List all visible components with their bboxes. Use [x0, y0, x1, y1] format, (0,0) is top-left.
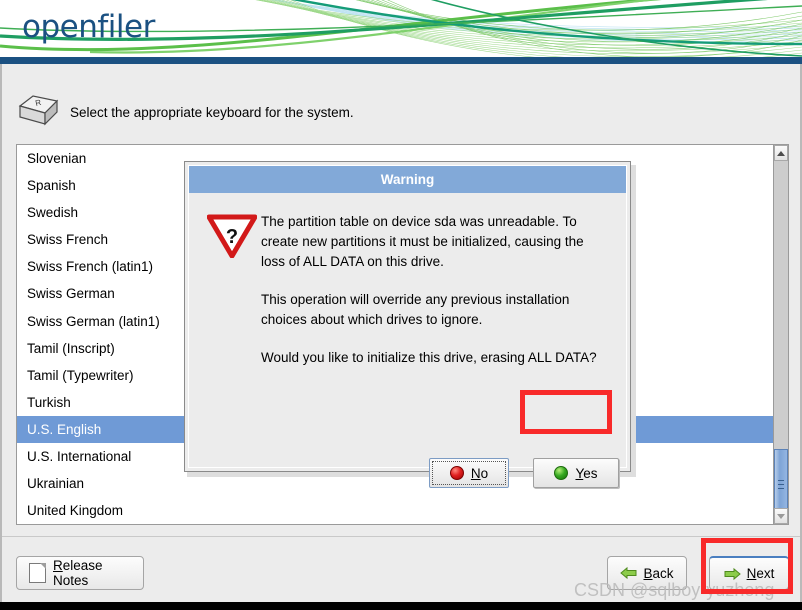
scrollbar-thumb[interactable]	[774, 449, 788, 515]
keyboard-key-icon: R	[16, 93, 60, 131]
arrow-left-icon	[620, 566, 637, 580]
yes-button[interactable]: Yes	[533, 458, 619, 488]
next-label: ext	[756, 566, 775, 581]
release-notes-button[interactable]: Release Notes	[16, 556, 144, 590]
no-button[interactable]: No	[429, 458, 509, 488]
arrow-right-icon	[724, 567, 741, 581]
scroll-up-button[interactable]	[774, 145, 788, 161]
app-header: openfiler	[0, 0, 802, 57]
dialog-message: The partition table on device sda was un…	[261, 212, 611, 368]
openfiler-logo: openfiler	[22, 9, 155, 45]
list-scrollbar[interactable]	[773, 144, 789, 525]
warning-dialog: Warning ? The partition table on device …	[184, 161, 631, 488]
scroll-down-button[interactable]	[774, 508, 788, 524]
chevron-up-icon	[777, 150, 785, 156]
yes-button-label: es	[583, 465, 598, 481]
green-circle-icon	[554, 466, 569, 480]
warning-triangle-question-icon: ?	[206, 212, 258, 259]
release-notes-mnemonic: R	[53, 558, 63, 573]
dialog-paragraph-1: The partition table on device sda was un…	[261, 214, 584, 269]
next-mnemonic: N	[746, 566, 757, 581]
footer-divider	[2, 536, 800, 537]
bottom-black-strip	[0, 602, 802, 610]
document-icon	[29, 563, 46, 583]
instruction-text: Select the appropriate keyboard for the …	[70, 104, 354, 120]
scrollbar-track[interactable]	[774, 161, 788, 515]
svg-text:?: ?	[226, 226, 238, 248]
header-divider	[0, 57, 802, 64]
instruction-row: R Select the appropriate keyboard for th…	[16, 90, 576, 134]
dialog-paragraph-2: This operation will override any previou…	[261, 292, 570, 327]
back-mnemonic: B	[643, 565, 653, 581]
dialog-button-row: No Yes	[429, 454, 619, 494]
chevron-down-icon	[777, 513, 785, 519]
no-button-mnemonic: N	[470, 465, 481, 481]
dialog-title: Warning	[189, 166, 626, 193]
keyboard-list-item[interactable]: United Kingdom	[17, 497, 786, 524]
installer-page: R Select the appropriate keyboard for th…	[0, 64, 802, 602]
watermark-text: CSDN @sqlboy-yuzheng	[574, 580, 775, 600]
back-label: ack	[652, 565, 674, 581]
no-button-label: o	[480, 465, 489, 481]
dialog-paragraph-3: Would you like to initialize this drive,…	[261, 350, 597, 365]
red-circle-icon	[449, 466, 464, 480]
